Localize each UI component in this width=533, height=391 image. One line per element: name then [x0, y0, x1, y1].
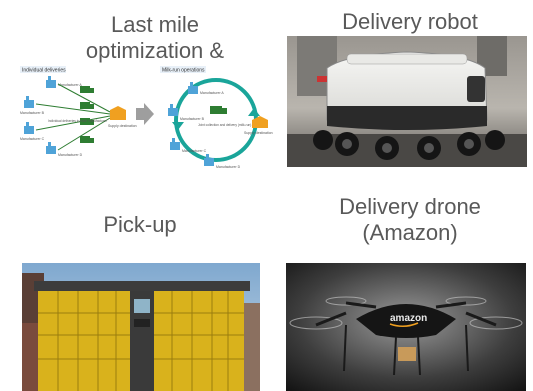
supply-destination-label: Supply destination: [108, 124, 137, 128]
supply-destination-icon: [110, 106, 126, 120]
robot-wheel: [485, 130, 505, 150]
right-panel-title: Milk-run operations: [162, 68, 205, 74]
last-mile-caption-line2: optimization &: [85, 38, 225, 63]
robot-body: [317, 51, 488, 130]
factory-icon: [24, 122, 34, 134]
left-panel-title: Individual deliveries: [22, 68, 66, 74]
factory-icon: [46, 76, 56, 88]
robot-wheel: [313, 130, 333, 150]
robot-caption-text: Delivery robot: [342, 9, 478, 34]
factory-icon: [46, 142, 56, 154]
manufacturer-label: Manufacturer D: [216, 165, 241, 169]
factory-icon: [170, 138, 180, 150]
left-note: Individual deliveries to each manufactur…: [48, 119, 108, 123]
manufacturer-label: Manufacturer A: [200, 91, 224, 95]
delivery-drone-photo: amazon: [286, 263, 526, 391]
pickup-locker-photo: [22, 263, 260, 391]
robot-wheel: [457, 132, 481, 156]
pickup-caption: Pick-up: [40, 212, 240, 238]
pickup-caption-text: Pick-up: [103, 212, 177, 237]
truck-icon: [80, 86, 94, 93]
delivery-robot-photo: [287, 36, 527, 167]
drone-caption-line1: Delivery drone: [339, 194, 481, 219]
drone-caption: Delivery drone (Amazon): [300, 194, 520, 246]
manufacturer-label: Manufacturer D: [58, 153, 83, 157]
truck-icon: [210, 106, 227, 114]
manufacturer-label: Manufacturer C: [20, 137, 45, 141]
manufacturer-label: Manufacturer B: [180, 117, 205, 121]
right-note: Joint collection and delivery (milk-run): [198, 123, 251, 127]
factory-icon: [204, 154, 214, 166]
robot-wheel: [335, 132, 359, 156]
drone-brand: amazon: [390, 313, 427, 324]
truck-icon: [80, 102, 94, 109]
factory-icon: [24, 96, 34, 108]
last-mile-caption: Last mile optimization &: [55, 12, 255, 64]
transition-arrow-icon: [136, 103, 154, 125]
supply-destination-label: Supply destination: [244, 131, 273, 135]
manufacturer-label: Manufacturer B: [20, 111, 45, 115]
robot-caption: Delivery robot: [300, 9, 520, 35]
drone-package: [398, 347, 416, 361]
manufacturer-label: Manufacturer C: [182, 149, 207, 153]
truck-icon: [80, 136, 94, 143]
milk-run-diagram: Individual deliveries Manufacturer A Man…: [18, 64, 280, 174]
robot-wheel: [417, 136, 441, 160]
locker-roof: [34, 281, 250, 291]
drone-caption-line2: (Amazon): [362, 220, 458, 245]
last-mile-caption-line1: Last mile: [110, 12, 200, 37]
robot-wheel: [375, 136, 399, 160]
